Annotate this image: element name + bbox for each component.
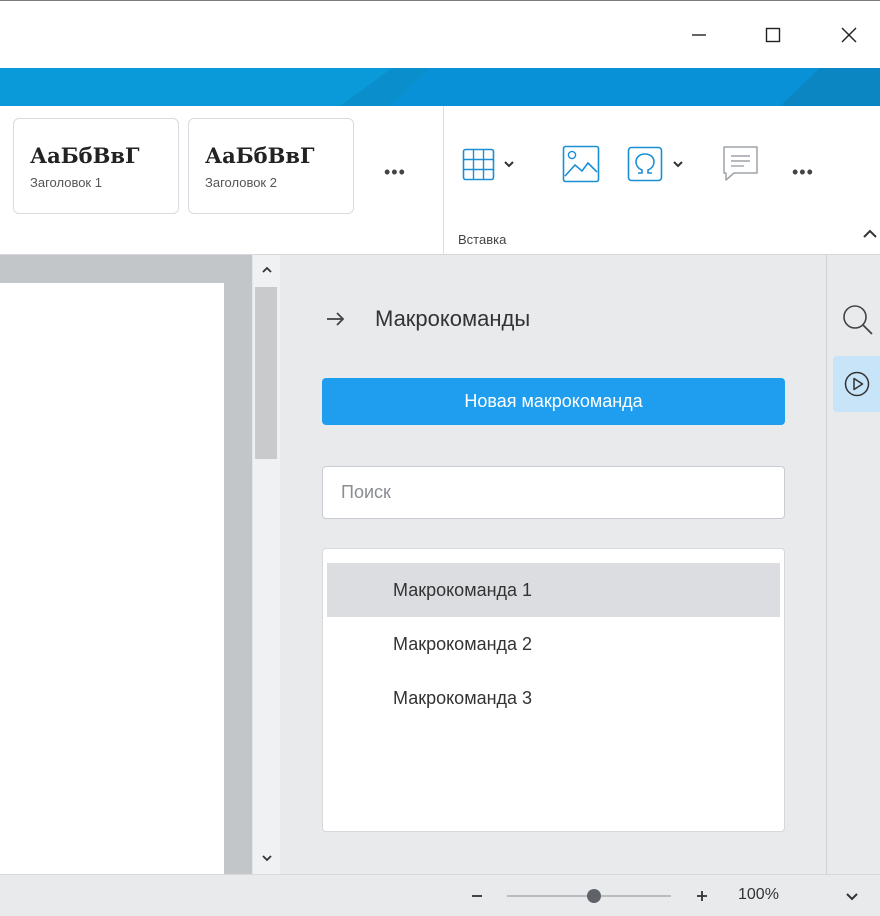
new-macro-button[interactable]: Новая макрокоманда — [322, 378, 785, 425]
play-circle-icon — [844, 371, 870, 397]
style-sample: АаБбВвГ — [30, 143, 140, 168]
scroll-thumb[interactable] — [255, 287, 277, 459]
document-page[interactable] — [0, 283, 224, 883]
minimize-button[interactable] — [676, 15, 722, 55]
close-button[interactable] — [826, 15, 872, 55]
minus-icon — [472, 895, 482, 897]
search-icon — [843, 305, 873, 335]
chevron-down-icon — [846, 893, 858, 901]
zoom-level: 100% — [738, 886, 779, 903]
comment-icon — [723, 146, 758, 181]
panel-collapse-button[interactable] — [324, 307, 348, 331]
styles-more-button[interactable]: ••• — [384, 162, 406, 183]
list-item[interactable]: Макрокоманда 2 — [327, 617, 780, 671]
list-item[interactable]: Макрокоманда 1 — [327, 563, 780, 617]
insert-comment-button[interactable] — [722, 144, 760, 184]
insert-table-button[interactable] — [462, 144, 516, 184]
special-character-icon — [627, 146, 663, 182]
accent-decoration — [340, 68, 880, 106]
chevron-down-icon — [261, 855, 272, 862]
arrow-right-icon — [327, 312, 345, 326]
ribbon-group-label: Вставка — [458, 232, 507, 247]
scroll-down-button[interactable] — [253, 847, 280, 869]
vertical-scrollbar[interactable] — [252, 255, 280, 874]
image-icon — [562, 145, 600, 183]
insert-more-button[interactable]: ••• — [792, 162, 814, 183]
insert-special-character-button[interactable] — [627, 144, 685, 184]
plus-icon — [697, 891, 707, 901]
ribbon-divider — [443, 106, 444, 254]
list-item[interactable]: Макрокоманда 3 — [327, 671, 780, 725]
zoom-menu-button[interactable] — [842, 886, 862, 906]
search-input[interactable] — [322, 466, 785, 519]
chevron-up-icon — [863, 229, 877, 238]
minimize-icon — [692, 34, 706, 36]
maximize-icon — [765, 27, 781, 43]
ribbon-collapse-button[interactable] — [860, 224, 880, 244]
zoom-slider-thumb[interactable] — [586, 889, 601, 903]
sidebar-search-button[interactable] — [841, 303, 875, 337]
maximize-button[interactable] — [750, 15, 796, 55]
close-icon — [841, 27, 857, 43]
document-area — [0, 255, 280, 883]
status-bar: 100% — [0, 874, 880, 916]
style-caption: Заголовок 2 — [205, 175, 277, 190]
title-bar — [0, 0, 880, 68]
style-heading-1[interactable]: АаБбВвГ Заголовок 1 — [13, 118, 179, 214]
style-caption: Заголовок 1 — [30, 175, 102, 190]
chevron-down-icon — [504, 161, 514, 168]
accent-band — [0, 68, 880, 106]
insert-image-button[interactable] — [562, 144, 600, 184]
zoom-out-button[interactable] — [466, 884, 488, 908]
zoom-in-button[interactable] — [690, 884, 714, 908]
macros-panel: Макрокоманды Новая макрокоманда Макроком… — [280, 255, 826, 874]
table-icon — [462, 148, 495, 181]
panel-title: Макрокоманды — [375, 306, 531, 331]
right-sidebar — [826, 255, 880, 874]
chevron-up-icon — [261, 266, 272, 273]
style-sample: АаБбВвГ — [205, 143, 315, 168]
ribbon: АаБбВвГ Заголовок 1 АаБбВвГ Заголовок 2 … — [0, 106, 880, 255]
chevron-down-icon — [673, 161, 683, 168]
sidebar-macros-button[interactable] — [833, 356, 880, 412]
style-heading-2[interactable]: АаБбВвГ Заголовок 2 — [188, 118, 354, 214]
scroll-up-button[interactable] — [253, 259, 280, 281]
macro-list: Макрокоманда 1 Макрокоманда 2 Макрокоман… — [322, 548, 785, 832]
